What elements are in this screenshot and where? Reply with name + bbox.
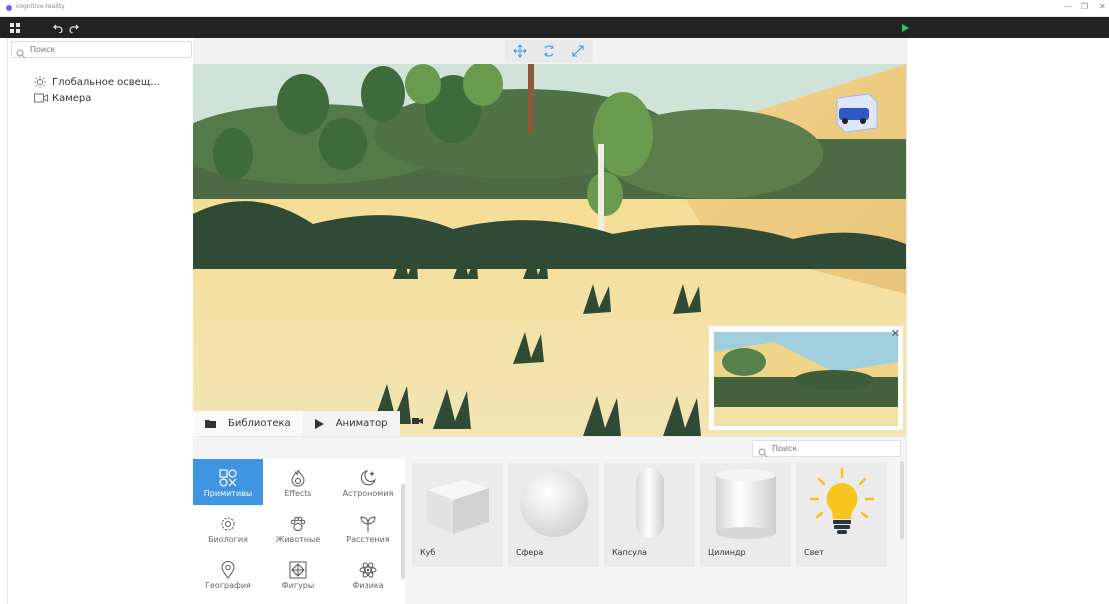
moon-star-icon xyxy=(359,467,377,489)
category-label: Фигуры xyxy=(281,580,315,590)
category-label: География xyxy=(205,580,251,590)
asset-light[interactable]: Свет xyxy=(796,463,887,567)
category-label: Физика xyxy=(352,580,384,590)
cell-icon xyxy=(219,513,237,535)
scene-viewport[interactable]: ✕ xyxy=(193,64,906,436)
window-title: cognitive-reality xyxy=(16,3,65,10)
asset-label: Куб xyxy=(420,548,436,557)
tree-item-global-light[interactable]: Глобальное освещ... xyxy=(34,74,160,90)
camera-icon xyxy=(34,92,50,104)
tab-library[interactable]: Библиотека xyxy=(193,411,303,436)
asset-cylinder[interactable]: Цилиндр xyxy=(700,463,791,567)
cylinder-icon xyxy=(700,463,791,543)
sphere-icon xyxy=(508,463,599,543)
hierarchy-search[interactable] xyxy=(11,41,192,59)
location-pin-icon xyxy=(221,559,235,581)
rotate-tool-icon[interactable] xyxy=(540,42,558,60)
gizmo-toolbar xyxy=(193,38,906,64)
hierarchy-tree: Глобальное освещ... Камера xyxy=(34,74,160,106)
asset-label: Цилиндр xyxy=(708,548,746,557)
main-toolbar xyxy=(0,17,1109,38)
asset-scrollbar[interactable] xyxy=(900,461,904,539)
play-icon xyxy=(314,418,324,429)
camera-preview-image xyxy=(714,332,898,426)
cube-icon xyxy=(412,463,503,543)
category-label: Животные xyxy=(275,534,321,544)
scene-hierarchy-panel: Глобальное освещ... Камера xyxy=(7,38,193,604)
library-panel: Примитивы Effects Астрономия Биология xyxy=(193,436,906,604)
folder-icon xyxy=(205,419,216,428)
undo-icon[interactable] xyxy=(51,17,65,38)
search-icon xyxy=(16,44,26,63)
category-geography[interactable]: География xyxy=(193,551,263,597)
category-label: Примитивы xyxy=(203,488,253,498)
minimize-icon[interactable]: — xyxy=(1064,1,1072,13)
category-plants[interactable]: Расстения xyxy=(333,505,403,551)
category-shapes[interactable]: Фигуры xyxy=(263,551,333,597)
app-window: cognitive-reality — ❐ ✕ Поиск Глобальное… xyxy=(0,0,1109,604)
asset-sphere[interactable]: Сфера xyxy=(508,463,599,567)
primitives-icon xyxy=(219,467,237,489)
redo-icon[interactable] xyxy=(67,17,81,38)
category-astronomy[interactable]: Астрономия xyxy=(333,459,403,505)
category-label: Effects xyxy=(284,488,312,498)
asset-capsule[interactable]: Капсула xyxy=(604,463,695,567)
polyhedron-icon xyxy=(289,559,307,581)
asset-label: Капсула xyxy=(612,548,647,557)
tab-label: Аниматор xyxy=(335,418,388,429)
asset-label: Сфера xyxy=(516,548,544,557)
transform-tools xyxy=(505,40,593,62)
video-camera-icon[interactable] xyxy=(408,411,428,431)
sprout-icon xyxy=(359,513,377,535)
camera-preview-window: ✕ xyxy=(709,326,903,430)
asset-grid: Куб Сфера Капсула Цилиндр Свет xyxy=(412,463,900,603)
category-effects[interactable]: Effects xyxy=(263,459,333,505)
category-label: Биология xyxy=(208,534,248,544)
tree-item-label: Камера xyxy=(52,92,92,104)
inspector-panel xyxy=(906,38,1109,604)
tab-animator[interactable]: Аниматор xyxy=(302,411,400,436)
capsule-icon xyxy=(604,463,695,543)
menu-grid-icon[interactable] xyxy=(8,17,22,38)
tree-item-camera[interactable]: Камера xyxy=(34,90,160,106)
library-search[interactable] xyxy=(752,440,901,458)
move-tool-icon[interactable] xyxy=(511,42,529,60)
restore-icon[interactable]: ❐ xyxy=(1081,1,1088,13)
sun-icon xyxy=(34,76,50,88)
category-biology[interactable]: Биология xyxy=(193,505,263,551)
category-primitives[interactable]: Примитивы xyxy=(193,459,263,505)
bottom-tabs: Библиотека Аниматор xyxy=(193,411,428,436)
asset-cube[interactable]: Куб xyxy=(412,463,503,567)
tree-item-label: Глобальное освещ... xyxy=(52,76,160,88)
category-physics[interactable]: Физика xyxy=(333,551,403,597)
hierarchy-search-input[interactable] xyxy=(30,43,188,56)
title-bar: cognitive-reality — ❐ ✕ xyxy=(0,0,1109,17)
category-animals[interactable]: Животные xyxy=(263,505,333,551)
category-label: Расстения xyxy=(346,534,390,544)
light-bulb-icon xyxy=(796,463,887,543)
close-window-icon[interactable]: ✕ xyxy=(1099,1,1106,13)
tab-label: Библиотека xyxy=(228,418,291,429)
category-scrollbar[interactable] xyxy=(401,484,405,579)
play-button[interactable] xyxy=(898,17,912,38)
close-preview-icon[interactable]: ✕ xyxy=(891,328,900,339)
flame-icon xyxy=(291,467,305,489)
search-icon xyxy=(758,443,768,462)
app-logo-icon xyxy=(6,5,12,11)
library-search-input[interactable] xyxy=(772,442,897,455)
category-label: Астрономия xyxy=(342,488,394,498)
asset-label: Свет xyxy=(804,548,824,557)
category-grid: Примитивы Effects Астрономия Биология Жи… xyxy=(193,459,405,604)
atom-icon xyxy=(359,559,377,581)
view-cube-gizmo[interactable] xyxy=(829,90,879,133)
paw-icon xyxy=(289,513,307,535)
scale-tool-icon[interactable] xyxy=(569,42,587,60)
